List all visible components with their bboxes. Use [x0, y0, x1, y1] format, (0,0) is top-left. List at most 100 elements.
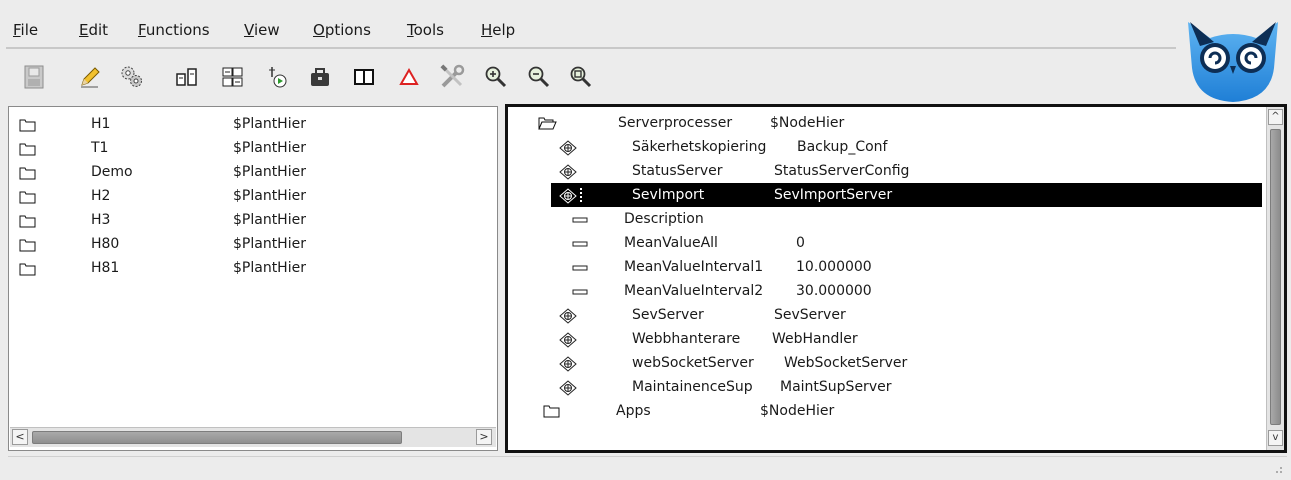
toolbar	[0, 52, 1180, 102]
menubar: File Edit Functions View Options Tools H…	[0, 0, 1291, 50]
object-name: H1	[91, 116, 111, 132]
list-item[interactable]: Serverprocesser $NodeHier	[508, 112, 1268, 136]
attribute-value: 10.000000	[796, 259, 872, 275]
object-name: MaintainenceSup	[632, 379, 753, 395]
tools-icon[interactable]	[437, 62, 467, 92]
object-value: WebHandler	[772, 331, 858, 347]
list-item[interactable]: StatusServer StatusServerConfig	[508, 160, 1268, 184]
menu-help-label: elp	[492, 21, 516, 39]
package-icon[interactable]	[305, 62, 335, 92]
menu-edit[interactable]: Edit	[79, 21, 108, 39]
owl-logo	[1180, 8, 1286, 102]
configure-gears-icon[interactable]	[117, 62, 147, 92]
server-object-icon	[559, 356, 577, 372]
list-item[interactable]: H2 $PlantHier	[9, 185, 489, 209]
save-icon[interactable]	[19, 62, 49, 92]
object-value: SevServer	[774, 307, 846, 323]
menu-options-label: ptions	[324, 21, 371, 39]
two-columns-icon[interactable]	[349, 62, 379, 92]
scroll-down-button[interactable]: v	[1268, 430, 1283, 446]
server-object-icon	[559, 188, 577, 204]
server-object-icon	[559, 140, 577, 156]
plant-hierarchy-pane[interactable]: H1 $PlantHier T1 $PlantHier Demo $PlantH…	[8, 106, 498, 451]
attribute-icon	[572, 289, 588, 295]
object-class: $PlantHier	[233, 212, 306, 228]
folder-icon	[19, 143, 36, 156]
menu-file[interactable]: File	[13, 21, 38, 39]
menu-tools-label: ools	[413, 21, 444, 39]
list-item[interactable]: Demo $PlantHier	[9, 161, 489, 185]
build-icon[interactable]	[218, 62, 248, 92]
zoom-in-icon[interactable]	[481, 62, 511, 92]
menu-help-mnemonic: H	[481, 21, 493, 39]
folder-icon	[19, 119, 36, 132]
menu-view-mnemonic: V	[244, 21, 254, 39]
list-item[interactable]: MeanValueAll 0	[508, 232, 1268, 256]
node-hierarchy-pane[interactable]: Serverprocesser $NodeHier Säkerhetskopie…	[505, 104, 1287, 453]
resize-grip-icon[interactable]	[1273, 464, 1283, 474]
server-object-icon	[559, 332, 577, 348]
vertical-scrollbar[interactable]: ^ v	[1266, 107, 1284, 450]
list-item[interactable]: H81 $PlantHier	[9, 257, 489, 281]
zoom-reset-icon[interactable]	[566, 62, 596, 92]
attribute-name: MeanValueInterval2	[624, 283, 764, 299]
object-name: H81	[91, 260, 120, 276]
list-item[interactable]: Description	[508, 208, 1268, 232]
edit-pencil-icon[interactable]	[75, 62, 105, 92]
scroll-right-button[interactable]: >	[476, 429, 492, 445]
scroll-up-button[interactable]: ^	[1268, 109, 1283, 125]
folder-icon	[19, 191, 36, 204]
list-item[interactable]: Apps $NodeHier	[508, 400, 1268, 424]
list-item[interactable]: MeanValueInterval2 30.000000	[508, 280, 1268, 304]
server-object-icon	[559, 308, 577, 324]
menu-functions[interactable]: Functions	[138, 21, 210, 39]
list-item[interactable]: Webbhanterare WebHandler	[508, 328, 1268, 352]
attribute-value: 30.000000	[796, 283, 872, 299]
object-value: StatusServerConfig	[774, 163, 910, 179]
list-item[interactable]: H1 $PlantHier	[9, 113, 489, 137]
list-item-selected[interactable]: SevImport SevImportServer	[508, 184, 1268, 208]
folder-icon	[19, 215, 36, 228]
attribute-icon	[572, 217, 588, 223]
object-name: Säkerhetskopiering	[632, 139, 767, 155]
scroll-left-button[interactable]: <	[12, 429, 28, 445]
object-value: MaintSupServer	[780, 379, 892, 395]
list-item[interactable]: H3 $PlantHier	[9, 209, 489, 233]
list-item[interactable]: MeanValueInterval1 10.000000	[508, 256, 1268, 280]
warning-triangle-icon[interactable]	[394, 62, 424, 92]
folder-icon	[19, 239, 36, 252]
list-item[interactable]: Säkerhetskopiering Backup_Conf	[508, 136, 1268, 160]
object-name: Serverprocesser	[618, 115, 733, 131]
menu-view[interactable]: View	[244, 21, 280, 39]
scrollbar-thumb[interactable]	[1270, 129, 1281, 425]
list-item[interactable]: H80 $PlantHier	[9, 233, 489, 257]
attribute-icon	[572, 241, 588, 247]
menu-help[interactable]: Help	[481, 21, 515, 39]
expand-marker-icon	[580, 188, 582, 204]
menu-file-label: ile	[20, 21, 39, 39]
list-item[interactable]: T1 $PlantHier	[9, 137, 489, 161]
menu-options[interactable]: Options	[313, 21, 371, 39]
distribute-icon[interactable]	[172, 62, 202, 92]
scrollbar-thumb[interactable]	[32, 431, 402, 444]
object-name: Apps	[616, 403, 651, 419]
attribute-name: MeanValueInterval1	[624, 259, 764, 275]
open-folder-icon	[538, 117, 557, 130]
object-name: StatusServer	[632, 163, 723, 179]
object-value: Backup_Conf	[797, 139, 888, 155]
horizontal-scrollbar[interactable]: < >	[10, 427, 496, 447]
list-item[interactable]: SevServer SevServer	[508, 304, 1268, 328]
folder-icon	[543, 405, 560, 418]
object-class: $PlantHier	[233, 116, 306, 132]
object-value: $NodeHier	[770, 115, 845, 131]
list-item[interactable]: webSocketServer WebSocketServer	[508, 352, 1268, 376]
menu-tools[interactable]: Tools	[407, 21, 444, 39]
status-bar	[8, 456, 1287, 478]
object-value: SevImportServer	[774, 187, 893, 203]
menu-tools-mnemonic: T	[407, 21, 414, 39]
run-icon[interactable]	[263, 62, 293, 92]
zoom-out-icon[interactable]	[524, 62, 554, 92]
folder-icon	[19, 167, 36, 180]
server-object-icon	[559, 380, 577, 396]
list-item[interactable]: MaintainenceSup MaintSupServer	[508, 376, 1268, 400]
